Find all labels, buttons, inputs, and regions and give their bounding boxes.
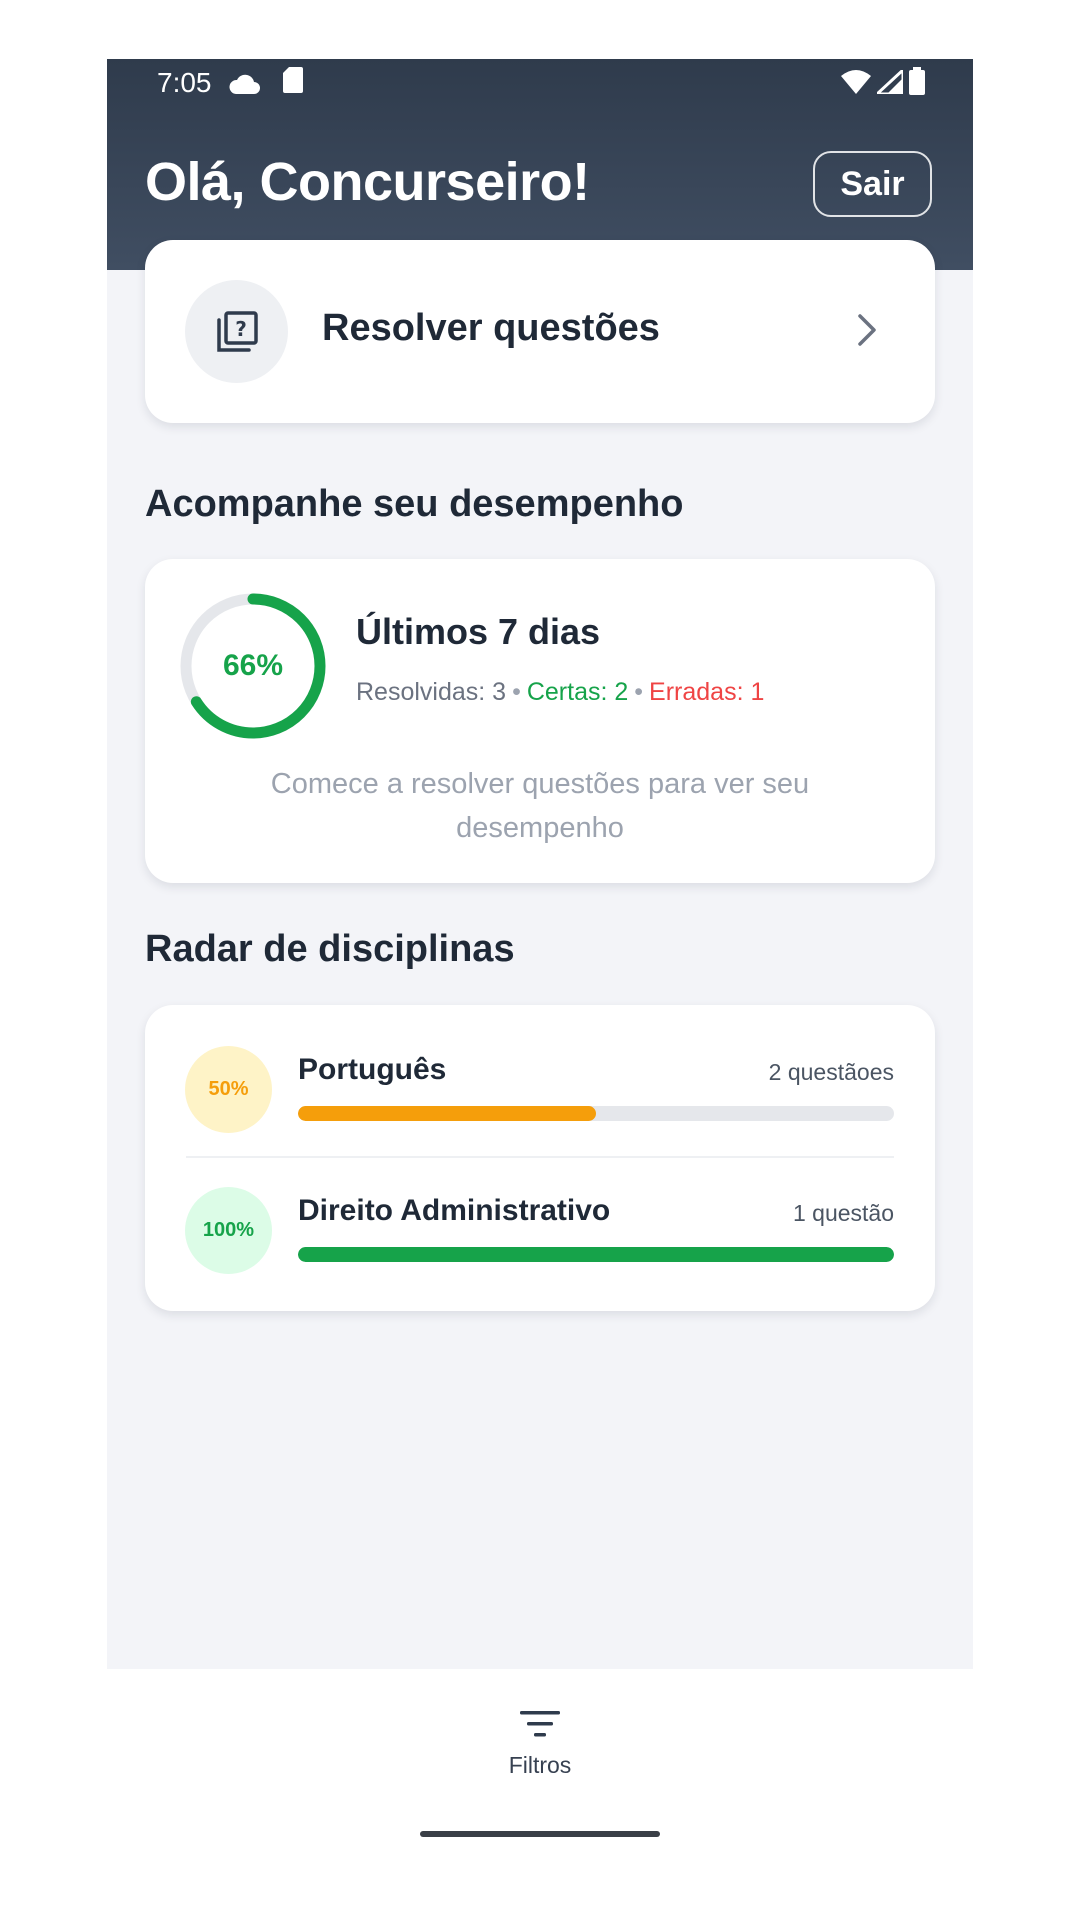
svg-text:?: ? — [235, 317, 247, 341]
separator-dot: • — [634, 678, 644, 706]
header: 7:05 Olá, Concurseiro! Sair — [107, 59, 973, 270]
solve-questions-card[interactable]: ? Resolver questões — [145, 240, 935, 423]
page-title: Olá, Concurseiro! — [145, 152, 590, 212]
wrong-count: Erradas: 1 — [649, 678, 765, 706]
solve-questions-label: Resolver questões — [322, 307, 660, 349]
empty-state-note: Comece a resolver questões para ver seu … — [270, 768, 810, 844]
home-indicator[interactable] — [420, 1831, 660, 1837]
subject-name: Direito Administrativo — [298, 1194, 611, 1227]
correct-count: Certas: 2 — [526, 678, 629, 706]
period-title: Últimos 7 dias — [356, 611, 601, 652]
performance-stats: Resolvidas: 3 • Certas: 2 • Erradas: 1 — [356, 678, 764, 707]
logout-button[interactable]: Sair — [813, 151, 932, 217]
status-time: 7:05 — [157, 67, 212, 98]
subject-progress-fill — [298, 1247, 894, 1262]
performance-section-title: Acompanhe seu desempenho — [145, 483, 684, 525]
status-icons — [841, 66, 925, 102]
subject-row[interactable]: 50% Português 2 questãoes — [145, 1019, 935, 1149]
chevron-right-icon — [855, 310, 879, 355]
question-stack-icon: ? — [185, 280, 288, 383]
subject-question-count: 2 questãoes — [768, 1059, 894, 1085]
filters-nav-item[interactable]: Filtros — [490, 1709, 590, 1779]
performance-card: 66% Últimos 7 dias Resolvidas: 3 • Certas:… — [145, 559, 935, 883]
performance-percent: 66% — [222, 649, 284, 682]
status-bar: 7:05 — [107, 59, 973, 109]
divider — [186, 1156, 894, 1158]
subject-percent-badge: 50% — [185, 1046, 272, 1133]
subject-progress-fill — [298, 1106, 596, 1121]
subject-name: Português — [298, 1053, 447, 1086]
radar-card: 50% Português 2 questãoes 100% Direito A… — [145, 1005, 935, 1311]
wifi-icon — [841, 69, 871, 101]
signal-icon — [873, 66, 905, 101]
sd-card-icon — [283, 67, 303, 100]
subject-progress-bar — [298, 1106, 894, 1121]
radar-section-title: Radar de disciplinas — [145, 928, 515, 970]
battery-icon — [909, 67, 925, 102]
filters-label: Filtros — [508, 1752, 572, 1778]
app-screen: 7:05 Olá, Concurseiro! Sair ? Resolver q… — [107, 59, 973, 1862]
cloud-icon — [228, 71, 262, 103]
filter-icon — [518, 1711, 562, 1743]
subject-row[interactable]: 100% Direito Administrativo 1 questão — [145, 1160, 935, 1290]
subject-question-count: 1 questão — [792, 1200, 894, 1226]
resolved-count: Resolvidas: 3 — [356, 678, 507, 706]
subject-progress-bar — [298, 1247, 894, 1262]
subject-percent-badge: 100% — [185, 1187, 272, 1274]
separator-dot: • — [512, 678, 521, 706]
